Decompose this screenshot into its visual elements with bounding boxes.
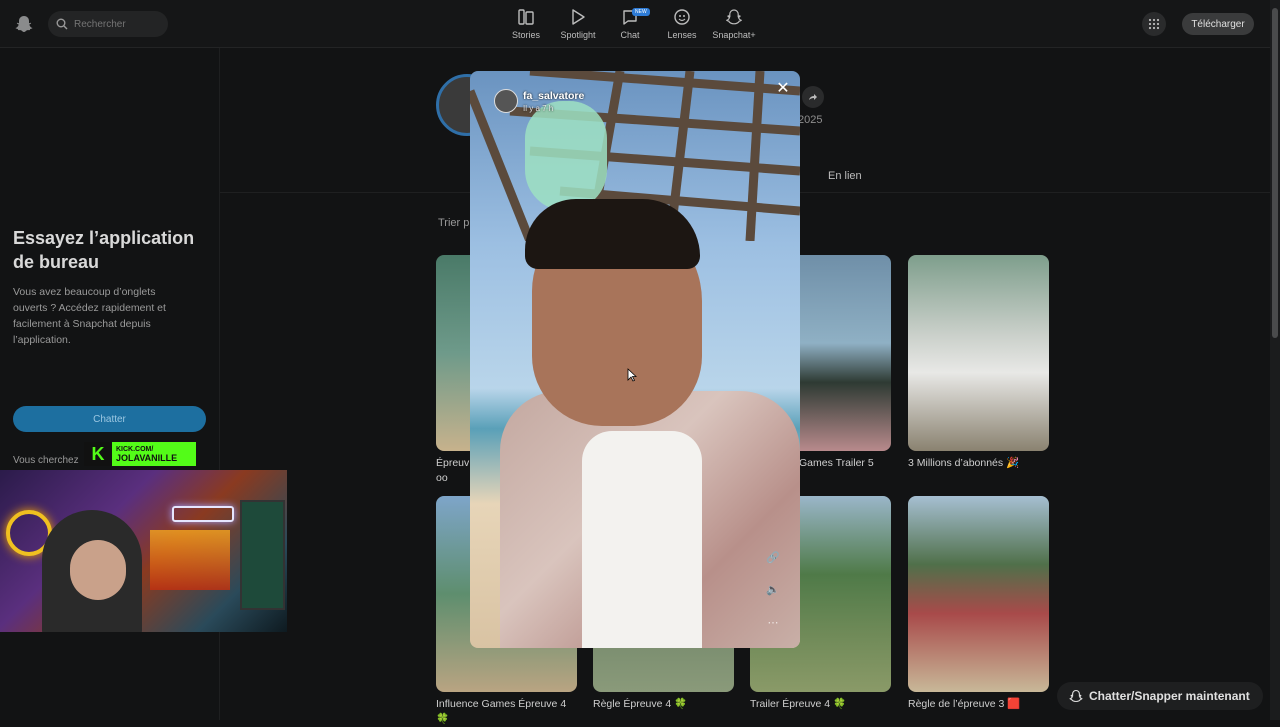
share-button[interactable]	[802, 86, 824, 108]
story-author-avatar[interactable]	[494, 89, 518, 113]
neon-sign	[172, 506, 234, 522]
snapchat-logo-icon[interactable]	[14, 14, 34, 34]
story-author-name[interactable]: fa_salvatore	[523, 90, 584, 102]
story-card-caption: Influence Games Épreuve 4 🍀	[436, 698, 567, 725]
story-card-caption: Règle de l’épreuve 3 🟥	[908, 698, 1021, 710]
search-input[interactable]	[74, 18, 154, 30]
profile-year: 2025	[798, 114, 823, 126]
story-card[interactable]	[908, 255, 1049, 451]
spotlight-icon	[572, 9, 585, 25]
nav-snapchat-plus[interactable]: Snapchat+	[708, 0, 760, 48]
kick-overlay-badge: K KICK.COM/ JOLAVANILLE	[84, 442, 196, 466]
scrollbar-thumb[interactable]	[1272, 8, 1278, 338]
sort-label[interactable]: Trier p	[438, 217, 469, 229]
apps-menu-button[interactable]	[1142, 12, 1166, 36]
tab-linked[interactable]: En lien	[828, 170, 862, 182]
mouse-cursor-icon	[627, 368, 637, 382]
story-timestamp: Il y a 7 h	[523, 104, 554, 113]
search-icon	[56, 18, 68, 30]
looking-for-text: Vous cherchez	[13, 455, 79, 466]
nav-chat-label: Chat	[620, 30, 640, 40]
lenses-icon	[674, 9, 690, 25]
ghost-icon	[1069, 689, 1083, 703]
story-card-caption: Trailer Épreuve 4 🍀	[750, 698, 847, 710]
story-card-caption: 3 Millions d’abonnés 🎉	[908, 457, 1020, 469]
top-bar: Stories Spotlight NEW Chat Lenses Snapch…	[0, 0, 1270, 48]
chat-button[interactable]: Chatter	[13, 406, 206, 432]
share-icon	[809, 94, 817, 100]
grid-icon	[1148, 18, 1160, 30]
undershirt	[582, 431, 702, 648]
new-badge: NEW	[632, 8, 650, 16]
chat-now-label: Chatter/Snapper maintenant	[1089, 689, 1250, 703]
nav-stories-label: Stories	[511, 30, 540, 40]
promo-title: Essayez l’application de bureau	[13, 228, 195, 272]
nav-lenses[interactable]: Lenses	[656, 0, 708, 48]
nav-chat[interactable]: NEW Chat	[604, 0, 656, 48]
promo-text: Vous avez beaucoup d’onglets ouverts ? A…	[13, 286, 166, 346]
story-viewer-modal[interactable]: fa_salvatore Il y a 7 h ✕ 🔗 🔈 ⋯	[470, 71, 800, 648]
kick-logo-icon: K	[84, 442, 112, 466]
volume-icon[interactable]: 🔈	[766, 583, 780, 597]
nav-snapchat-plus-label: Snapchat+	[712, 30, 756, 40]
chat-now-button[interactable]: Chatter/Snapper maintenant	[1057, 682, 1263, 710]
story-card[interactable]	[908, 496, 1049, 692]
nav-spotlight[interactable]: Spotlight	[552, 0, 604, 48]
snapchat-plus-icon	[725, 9, 743, 25]
balloon	[525, 101, 607, 211]
person-hair	[525, 199, 700, 269]
story-card-caption: Règle Épreuve 4 🍀	[593, 698, 688, 710]
arcade-cabinet	[150, 530, 230, 590]
nav-stories[interactable]: Stories	[500, 0, 552, 48]
nav-lenses-label: Lenses	[667, 30, 697, 40]
page-scrollbar[interactable]	[1270, 0, 1280, 720]
main-nav: Stories Spotlight NEW Chat Lenses Snapch…	[500, 0, 760, 48]
link-icon[interactable]: 🔗	[766, 551, 780, 565]
webcam-overlay	[0, 470, 287, 632]
streamer-face	[70, 540, 126, 600]
download-button[interactable]: Télécharger	[1182, 13, 1254, 35]
monitor-screen	[240, 500, 285, 610]
search-bar[interactable]	[48, 11, 168, 37]
more-icon[interactable]: ⋯	[766, 616, 780, 630]
nav-spotlight-label: Spotlight	[560, 30, 596, 40]
kick-channel: JOLAVANILLE	[116, 453, 178, 463]
close-icon[interactable]: ✕	[775, 81, 791, 97]
stories-icon	[518, 9, 534, 25]
